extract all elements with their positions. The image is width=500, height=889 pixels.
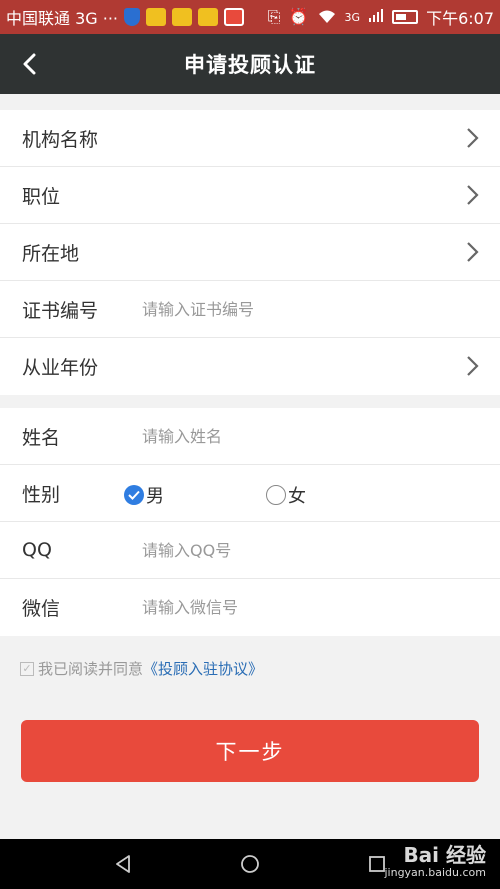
folder-icon [198,8,219,26]
years-of-practice-label: 从业年份 [22,357,99,379]
gender-male-label: 男 [146,486,164,507]
qq-label: QQ [22,539,52,561]
agreement-checkbox[interactable]: ✓ [20,661,34,676]
watermark: Bai 经验 jingyan.baidu.com [384,845,486,878]
chevron-right-icon [466,241,480,263]
qq-row: QQ [0,522,500,579]
gender-row: 性别 男 女 [0,465,500,522]
radio-empty-icon [266,485,286,505]
gender-female-radio[interactable]: 女 [266,482,306,508]
status-bar: 中国联通 3G ··· ⎘ ⏰ 3G 下午6:07 [0,0,500,34]
status-right: ⎘ ⏰ 3G 下午6:07 [268,5,494,29]
network-type-label: 3G [344,10,361,24]
page-title: 申请投顾认证 [184,53,316,77]
agreement: ✓ 我已阅读并同意 《投顾入驻协议》 [20,658,263,679]
watermark-brand: Bai 经验 [403,843,486,867]
position-label: 职位 [22,185,61,208]
watermark-sub: jingyan.baidu.com [384,866,486,879]
gender-male-radio[interactable]: 男 [124,482,164,508]
wechat-input[interactable] [142,598,442,617]
carrier-label: 中国联通 3G ··· [6,9,119,28]
years-of-practice-row[interactable]: 从业年份 [0,338,500,395]
institution-info-group: 机构名称 职位 所在地 证书编号 从业年份 [0,110,500,395]
back-button[interactable] [14,48,46,80]
vibrate-icon: ⎘ [267,7,281,26]
certificate-number-row: 证书编号 [0,281,500,338]
signal-icon [368,7,384,27]
personal-info-group: 姓名 性别 男 女 QQ 微信 [0,408,500,636]
home-circle-icon[interactable] [230,844,270,884]
agreement-link[interactable]: 《投顾入驻协议》 [143,658,263,679]
institution-name-row[interactable]: 机构名称 [0,110,500,167]
back-triangle-icon[interactable] [103,844,143,884]
location-label: 所在地 [22,242,80,265]
battery-icon [392,10,419,24]
certificate-number-label: 证书编号 [22,299,99,322]
chevron-left-icon [23,53,36,75]
position-row[interactable]: 职位 [0,167,500,224]
name-input[interactable] [142,426,442,446]
institution-name-label: 机构名称 [22,128,99,151]
next-step-button[interactable]: 下一步 [21,720,479,782]
location-row[interactable]: 所在地 [0,224,500,281]
alarm-icon: ⏰ [288,7,309,26]
chevron-right-icon [466,127,480,149]
folder-icon [172,8,193,26]
notification-icon [224,8,245,26]
wechat-label: 微信 [22,598,61,620]
agreement-text: 我已阅读并同意 [38,660,144,678]
qq-input[interactable] [142,540,442,560]
chevron-right-icon [466,184,480,206]
wifi-icon [317,8,337,27]
name-row: 姓名 [0,408,500,465]
wechat-row: 微信 [0,579,500,636]
certificate-number-input[interactable] [142,299,442,319]
checkmark-icon [124,485,144,505]
status-time: 下午6:07 [426,9,494,28]
status-left: 中国联通 3G ··· [6,5,268,29]
chevron-right-icon [466,355,480,377]
gender-female-label: 女 [288,486,306,507]
name-label: 姓名 [22,426,61,449]
header: 申请投顾认证 [0,34,500,94]
folder-icon [146,8,167,26]
shield-icon [124,8,141,26]
